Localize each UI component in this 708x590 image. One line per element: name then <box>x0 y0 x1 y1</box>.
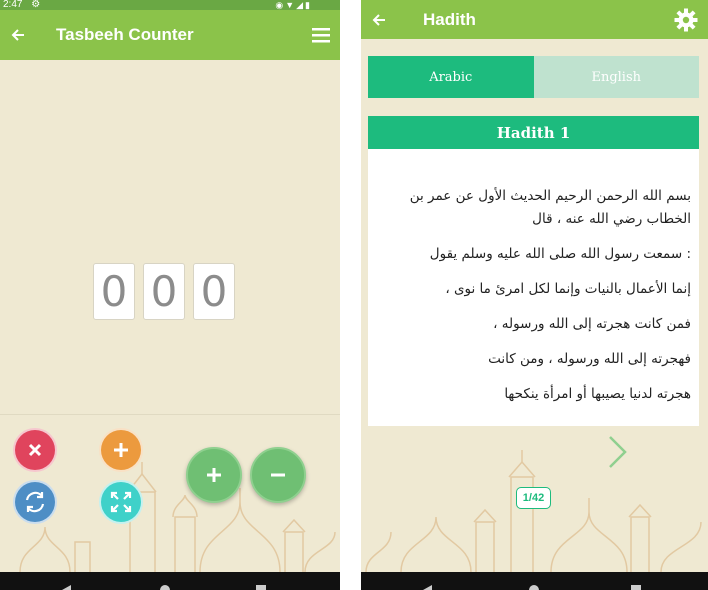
nav-home-icon[interactable] <box>160 585 170 590</box>
counter-digit-tens: 0 <box>143 263 185 320</box>
settings-status-icon: ⚙ <box>31 0 41 10</box>
settings-button[interactable] <box>674 8 698 32</box>
menu-icon <box>312 28 330 43</box>
fullscreen-button[interactable] <box>99 480 143 524</box>
hadith-card-title: Hadith 1 <box>368 116 699 149</box>
refresh-button[interactable] <box>13 480 57 524</box>
minus-icon <box>271 473 285 477</box>
divider <box>0 414 340 415</box>
decrement-button[interactable] <box>250 447 306 503</box>
page-title: Tasbeeh Counter <box>56 25 194 44</box>
nav-home-icon[interactable] <box>529 585 539 590</box>
page-title: Hadith <box>423 9 476 29</box>
reset-button[interactable] <box>13 428 57 472</box>
back-arrow-icon <box>372 13 385 26</box>
add-button[interactable] <box>99 428 143 472</box>
language-tabs: Arabic English <box>368 56 699 98</box>
plus-icon <box>207 468 221 482</box>
hadith-screen: Hadith Arabic English Hadith 1 بسم الله … <box>361 0 708 590</box>
hadith-line: فهجرته إلى الله ورسوله ، ومن كانت <box>488 351 691 367</box>
chevron-right-icon <box>609 436 627 468</box>
menu-button[interactable] <box>312 27 330 43</box>
hadith-line: فمن كانت هجرته إلى الله ورسوله ، <box>493 316 691 332</box>
nav-recents-icon[interactable] <box>631 585 641 590</box>
refresh-icon <box>25 491 45 513</box>
counter-digit-hundreds: 0 <box>93 263 135 320</box>
signal-battery-icon: ◉▼◢▮ <box>275 0 312 10</box>
tab-english[interactable]: English <box>533 56 699 98</box>
app-bar: Tasbeeh Counter <box>0 10 340 60</box>
tasbeeh-screen: 2:47 ⚙ ◉▼◢▮ Tasbeeh Counter 0 0 0 <box>0 0 340 590</box>
status-time: 2:47 <box>3 0 23 10</box>
system-nav-bar <box>0 572 340 590</box>
expand-icon <box>110 491 132 513</box>
hadith-text: بسم الله الرحمن الرحيم الحديث الأول عن ع… <box>368 149 699 406</box>
nav-recents-icon[interactable] <box>256 585 266 590</box>
close-icon <box>28 443 42 457</box>
system-nav-bar <box>361 572 708 590</box>
tab-arabic[interactable]: Arabic <box>368 56 534 98</box>
counter-display: 0 0 0 <box>93 263 235 320</box>
back-arrow-icon <box>11 29 24 41</box>
nav-back-icon[interactable] <box>62 585 71 590</box>
next-button[interactable] <box>607 434 629 475</box>
app-bar: Hadith <box>361 0 708 39</box>
hadith-line: إنما الأعمال بالنيات وإنما لكل امرئ ما ن… <box>445 281 691 297</box>
increment-button[interactable] <box>186 447 242 503</box>
hadith-line: بسم الله الرحمن الرحيم الحديث الأول عن ع… <box>409 188 691 227</box>
hadith-card: Hadith 1 بسم الله الرحمن الرحيم الحديث ا… <box>368 116 699 426</box>
gear-icon <box>674 8 698 31</box>
status-bar: 2:47 ⚙ ◉▼◢▮ <box>0 0 340 10</box>
counter-digit-ones: 0 <box>193 263 235 320</box>
plus-icon <box>114 443 128 457</box>
hadith-line: هجرته لدنيا يصيبها أو امرأة ينكحها <box>504 386 691 402</box>
nav-back-icon[interactable] <box>423 585 432 590</box>
back-button[interactable] <box>363 4 395 36</box>
page-indicator: 1/42 <box>516 487 551 509</box>
hadith-line: : سمعت رسول الله صلى الله عليه وسلم يقول <box>429 246 691 262</box>
back-button[interactable] <box>2 19 34 51</box>
